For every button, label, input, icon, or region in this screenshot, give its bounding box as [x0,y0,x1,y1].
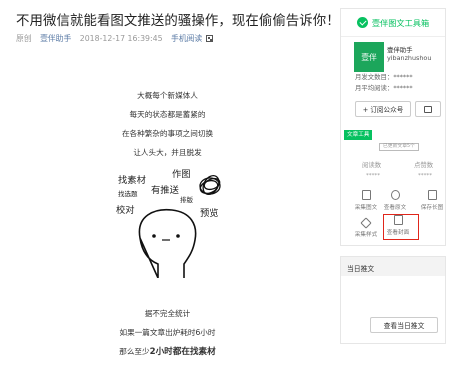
account-id: yibanzhushou [387,54,432,62]
view-cover-highlight [383,214,419,240]
account-extra-button[interactable] [415,101,441,117]
search-icon [390,190,400,200]
monthly-reads-stat: 月平均阅读：****** [355,84,413,92]
stats-line: 如果一篇文章出炉耗时6小时 [119,328,216,337]
tool-label: 采集样式 [354,232,378,238]
mobile-read-label: 手机阅读 [171,34,203,43]
qr-code-icon[interactable] [205,35,213,42]
article-meta: 原创 壹伴助手 2018-12-17 16:39:45 手机阅读 [16,33,219,44]
layers-icon [360,217,372,229]
publish-time: 2018-12-17 16:39:45 [79,34,163,43]
read-count-label: 阅读数 [362,161,382,169]
today-posts-panel: 当日推文 查看当日推文 [340,256,446,344]
stats-line: 据不完全统计 [144,309,191,318]
intro-paragraph: 大概每个新媒体人 每天的状态都是蓄紧的 在各种繁杂的事项之间切换 让人头大，并且… [0,86,335,162]
subscribe-button[interactable]: + 订阅公众号 [355,101,411,117]
like-count-label: 点赞数 [414,161,434,169]
view-original-button[interactable]: 查看原文 [378,190,412,211]
confused-face-drawing [138,175,221,278]
stats-line: 那么至少2小时都在找素材 [0,342,335,362]
stress-illustration: 找素材 作图 有推送 找选题 排版 校对 预览 [116,160,238,278]
account-avatar: 壹伴 [354,42,384,72]
collect-style-button[interactable]: 采集样式 [349,217,383,238]
tool-label: 采集图文 [354,205,378,211]
stats-line-bold: 2小时都在找素材 [149,347,216,357]
window-icon [424,105,432,113]
save-long-image-button[interactable]: 保存长图 [415,190,449,211]
tool-label: 查看原文 [383,205,407,211]
today-posts-header: 当日推文 [341,257,445,276]
intro-line: 在各种繁杂的事项之间切换 [121,129,214,138]
tool-label: 保存长图 [420,205,444,211]
read-count-value: ***** [366,173,380,179]
update-tag: 已更新文章5个 [379,143,419,151]
toolbox-header: 壹伴图文工具箱 [341,9,445,37]
document-icon [361,190,371,200]
original-tag: 原创 [16,34,32,43]
yiban-logo-icon [356,17,368,28]
like-count-value: ***** [418,173,432,179]
monthly-posts-stat: 月发文数目：****** [355,73,413,81]
view-today-posts-button[interactable]: 查看当日推文 [370,317,438,333]
article-tools-tag: 文章工具 [344,130,373,140]
stats-paragraph: 据不完全统计 如果一篇文章出炉耗时6小时 那么至少2小时都在找素材 [0,304,335,362]
stats-line-prefix: 那么至少 [119,347,150,356]
toolbox-title: 壹伴图文工具箱 [371,17,430,28]
article: 不用微信就能看图文推送的骚操作，现在偷偷告诉你！ 原创 壹伴助手 2018-12… [0,0,340,365]
mobile-read-link[interactable]: 手机阅读 [171,34,213,43]
account-name: 壹伴助手 [387,46,413,54]
article-title: 不用微信就能看图文推送的骚操作，现在偷偷告诉你！ [16,14,340,29]
author-link[interactable]: 壹伴助手 [40,34,71,43]
intro-line: 大概每个新媒体人 [137,91,198,100]
save-icon [427,190,437,200]
intro-line: 每天的状态都是蓄紧的 [129,110,206,119]
